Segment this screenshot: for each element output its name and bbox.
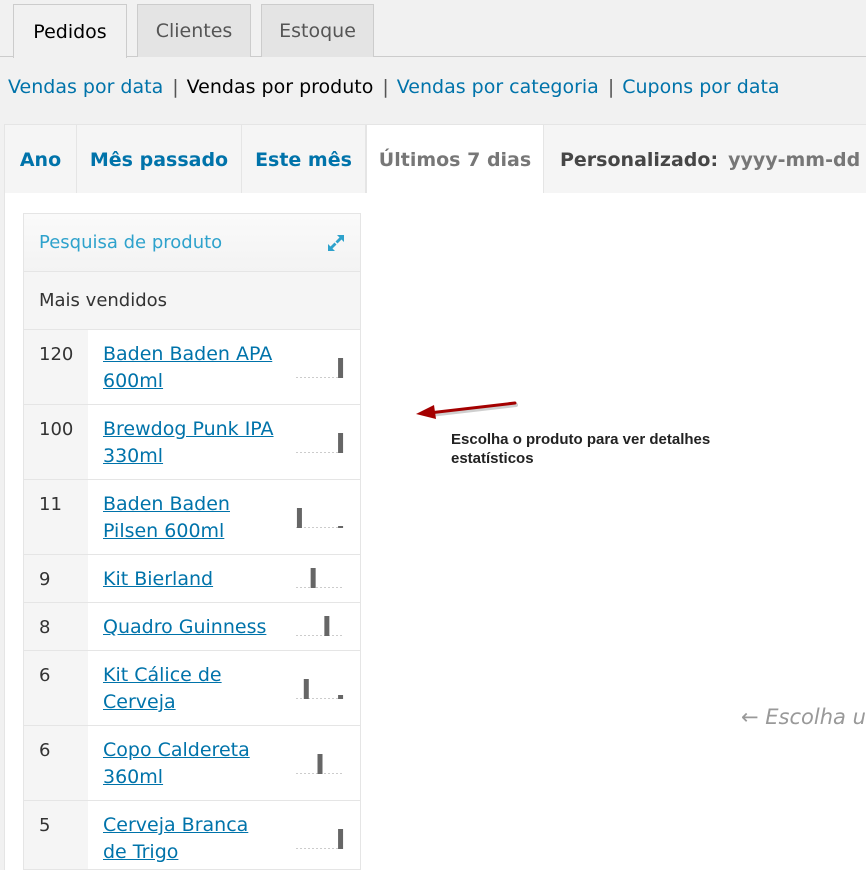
sparkline-bar [338,695,344,699]
sparkline-bar [303,679,309,699]
sparkline-bar [324,616,330,636]
sales-count: 100 [24,405,88,479]
product-link[interactable]: Baden Baden APA 600ml [103,343,272,392]
custom-start-date-input[interactable]: yyyy-mm-dd [728,149,860,171]
sales-count: 9 [24,555,88,602]
annotation-text: Escolha o produto para ver detalhes esta… [451,431,711,467]
sparkline-bar [317,754,323,774]
product-link[interactable]: Kit Cálice de Cerveja [103,664,222,713]
product-search-header[interactable]: Pesquisa de produto [24,214,360,272]
sales-count: 6 [24,726,88,800]
choose-product-hint: ← Escolha u [741,705,866,729]
sales-sparkline [296,433,344,453]
sales-sparkline [296,829,344,849]
range-ano[interactable]: Ano [5,125,77,194]
separator: | [382,76,389,98]
link-vendas-por-produto[interactable]: Vendas por produto [187,76,374,98]
product-link[interactable]: Baden Baden Pilsen 600ml [103,493,230,542]
sales-sparkline [296,508,344,528]
sales-count: 120 [24,330,88,404]
sales-sparkline [296,679,344,699]
product-sidebar: Pesquisa de produto Mais vendidos 120 Ba… [23,213,361,870]
report-type-links: Vendas por data | Vendas por produto | Venda… [8,76,780,98]
product-link[interactable]: Brewdog Punk IPA 330ml [103,418,274,467]
sales-count: 6 [24,651,88,725]
custom-range-label: Personalizado: [560,148,719,171]
sparkline-bar [296,508,302,528]
list-item: 120 Baden Baden APA 600ml [24,330,360,405]
sparkline-bar [338,358,344,378]
tab-clientes[interactable]: Clientes [137,4,251,57]
sparkline-bar [338,829,344,849]
sparkline-bar [338,433,344,453]
product-link[interactable]: Kit Bierland [103,568,213,590]
list-item: 9 Kit Bierland [24,555,360,603]
sales-sparkline [296,568,344,588]
list-item: 5 Cerveja Branca de Trigo [24,801,360,869]
annotation-arrow-icon [416,401,518,419]
top-sellers-list: 120 Baden Baden APA 600ml 100 Brewdog Pu… [24,330,360,869]
date-range-bar: Ano Mês passado Este mês Últimos 7 dias … [4,124,866,195]
sales-sparkline [296,754,344,774]
product-link[interactable]: Quadro Guinness [103,616,266,638]
list-item: 6 Copo Caldereta 360ml [24,726,360,801]
product-link[interactable]: Cerveja Branca de Trigo [103,814,248,863]
range-personalizado: Personalizado: yyyy-mm-dd [544,125,866,194]
separator: | [172,76,179,98]
tab-estoque[interactable]: Estoque [261,4,374,57]
range-ultimos-7-dias[interactable]: Últimos 7 dias [366,125,544,195]
sparkline-bar [338,526,344,528]
list-item: 6 Kit Cálice de Cerveja [24,651,360,726]
link-cupons-por-data[interactable]: Cupons por data [622,76,779,98]
sparkline-bar [310,568,316,588]
product-search-title: Pesquisa de produto [39,232,223,253]
top-sellers-header: Mais vendidos [24,272,360,330]
sales-sparkline [296,616,344,636]
link-vendas-por-categoria[interactable]: Vendas por categoria [397,76,599,98]
sales-sparkline [296,358,344,378]
separator: | [607,76,615,98]
expand-icon[interactable] [326,233,346,253]
sales-count: 8 [24,603,88,650]
sales-count: 11 [24,480,88,554]
list-item: 100 Brewdog Punk IPA 330ml [24,405,360,480]
list-item: 11 Baden Baden Pilsen 600ml [24,480,360,555]
range-mes-passado[interactable]: Mês passado [77,125,242,194]
report-nav-tabs: Pedidos Clientes Estoque [0,0,866,58]
product-link[interactable]: Copo Caldereta 360ml [103,739,250,788]
range-este-mes[interactable]: Este mês [242,125,366,194]
list-item: 8 Quadro Guinness [24,603,360,651]
sales-count: 5 [24,801,88,869]
link-vendas-por-data[interactable]: Vendas por data [8,76,163,98]
tab-pedidos[interactable]: Pedidos [13,4,127,58]
